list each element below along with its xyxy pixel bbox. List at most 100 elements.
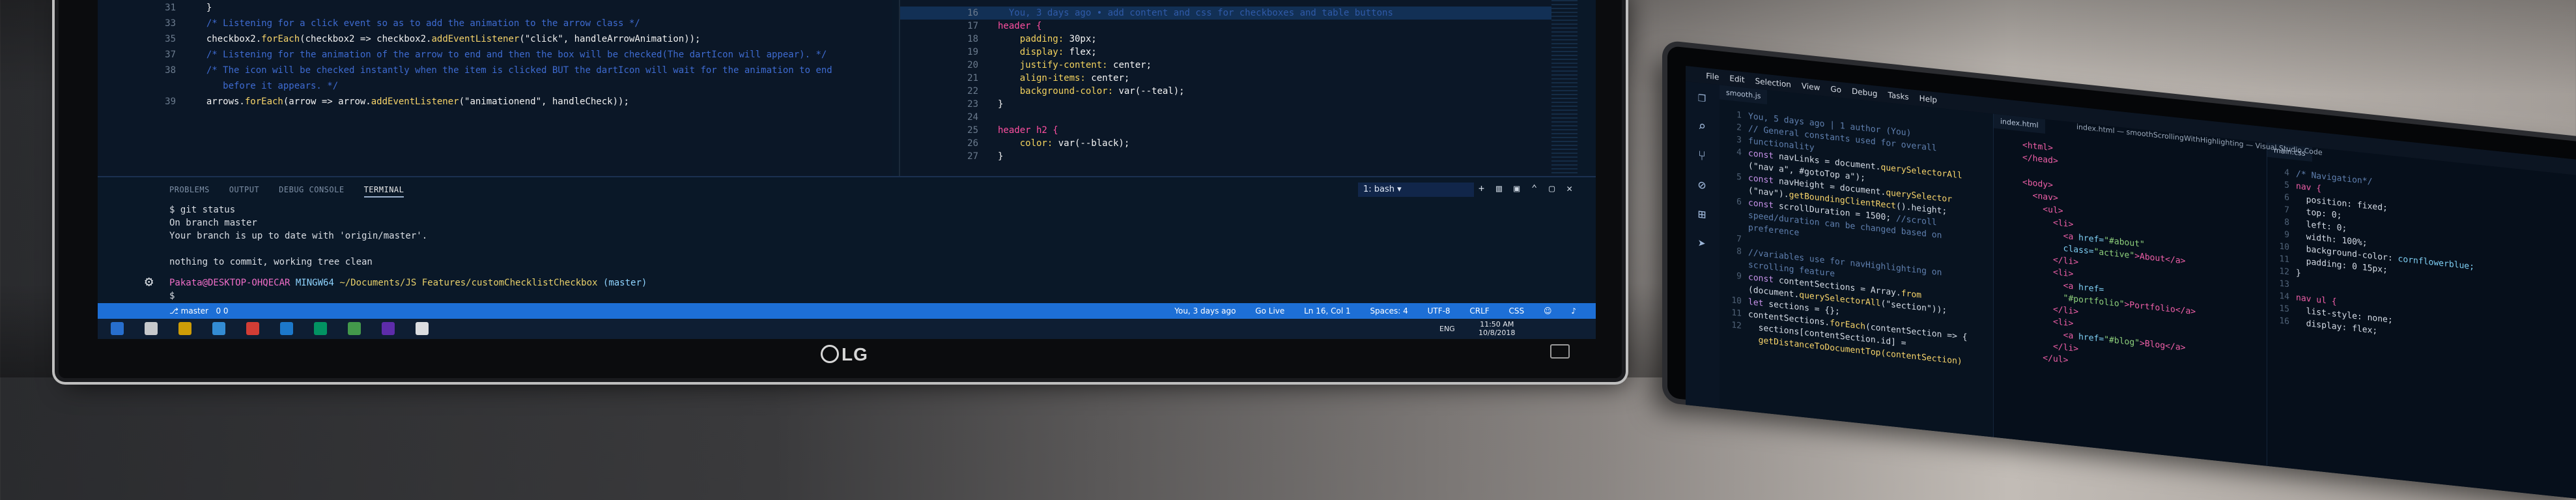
line-number	[1994, 281, 2022, 284]
trash-icon[interactable]: ▣	[1514, 183, 1531, 194]
split-terminal-icon[interactable]: ▥	[1496, 183, 1514, 194]
edge-icon[interactable]	[348, 322, 361, 335]
code-line[interactable]: 37 /* Listening for the animation of the…	[98, 48, 827, 61]
panel-tab-output[interactable]: OUTPUT	[229, 185, 259, 194]
menu-edit[interactable]: Edit	[1729, 74, 1744, 84]
search-icon[interactable]	[145, 322, 158, 335]
files-icon[interactable]: ❐	[1695, 89, 1709, 105]
extensions-icon[interactable]: ⊞	[1695, 206, 1709, 222]
editor-pane-js[interactable]: 31 } 33 /* Listening for a click event so…	[98, 0, 892, 176]
status-eol[interactable]: CRLF	[1469, 306, 1489, 316]
code-line[interactable]: 16 You, 3 days ago • add content and css…	[900, 7, 1393, 20]
monitor-screen: 31 } 33 /* Listening for a click event so…	[98, 0, 1596, 339]
editor-pane-css[interactable]: 16 You, 3 days ago • add content and css…	[899, 0, 1578, 176]
line-number	[1994, 318, 2022, 321]
bell-icon[interactable]: ♪	[1571, 306, 1576, 316]
panel-tab-debug-console[interactable]: DEBUG CONSOLE	[279, 185, 344, 194]
code-line[interactable]: 17 header {	[900, 20, 1041, 33]
code-line[interactable]: 35 checkbox2.forEach(checkbox2 => checkb…	[98, 33, 700, 46]
menu-view[interactable]: View	[1802, 81, 1820, 93]
store-icon[interactable]	[246, 322, 259, 335]
status-branch[interactable]: master	[181, 306, 208, 316]
maximize-icon[interactable]: ▢	[1549, 183, 1566, 194]
code-line[interactable]: 31 }	[98, 1, 212, 14]
line-number: 35	[165, 34, 176, 44]
debug-icon[interactable]: ⊘	[1695, 177, 1709, 193]
source-control-icon[interactable]: ⑂	[1695, 147, 1709, 164]
menu-selection[interactable]: Selection	[1755, 76, 1791, 89]
line-number: 21	[967, 73, 978, 83]
file-explorer-icon[interactable]	[212, 322, 225, 335]
prompt-env: MINGW64	[295, 278, 340, 288]
terminal-output[interactable]: $ git status On branch master Your branch …	[169, 203, 653, 302]
code-token: You, 3 days ago • add content and css fo…	[998, 8, 1393, 18]
status-blame[interactable]: You, 3 days ago	[1174, 306, 1236, 316]
code-line[interactable]: 25 header h2 {	[900, 124, 1058, 137]
line-number	[1720, 289, 1748, 292]
taskbar-clock[interactable]: 11:50 AM 10/8/2018	[1479, 320, 1515, 337]
terminal-selector[interactable]: 1: bash ▾	[1358, 183, 1474, 197]
panel-tab-terminal[interactable]: TERMINAL	[363, 185, 404, 198]
editor-smooth-js[interactable]: smooth.js 1 You, 5 days ago | 1 author (Y…	[1720, 85, 1993, 437]
language-indicator[interactable]: ENG	[1439, 325, 1455, 333]
code-line[interactable]: 20 justify-content: center;	[900, 59, 1152, 72]
usb-port-icon	[1550, 344, 1570, 359]
terminal-icon[interactable]	[416, 322, 429, 335]
code-token: (arrow => arrow.	[283, 96, 371, 107]
mail-icon[interactable]	[280, 322, 293, 335]
editor-main-css[interactable]: main.css 4/* Navigation*/5 nav {6 positio…	[2267, 142, 2576, 499]
code-token: }	[195, 3, 212, 13]
status-language[interactable]: CSS	[1509, 306, 1525, 316]
chrome-icon[interactable]	[314, 322, 327, 335]
panel-tab-problems[interactable]: PROBLEMS	[169, 185, 210, 194]
editor-index-html[interactable]: index.html <html> </head> <body> <nav> <ul…	[1993, 113, 2267, 466]
line-number: 20	[967, 60, 978, 70]
status-spaces[interactable]: Spaces: 4	[1370, 306, 1408, 316]
code-line[interactable]: 39 arrows.forEach(arrow => arrow.addEven…	[98, 95, 629, 108]
prompt-symbol[interactable]: $	[169, 289, 653, 302]
code-line[interactable]: 24	[900, 111, 998, 124]
terminal-prompt: Pakata@DESKTOP-OHQECAR MINGW64 ~/Documen…	[169, 276, 653, 289]
code-line[interactable]: 22 background-color: var(--teal);	[900, 85, 1184, 98]
code-token: center;	[1113, 60, 1152, 70]
vscode-icon[interactable]	[382, 322, 395, 335]
menu-help[interactable]: Help	[1919, 94, 1937, 105]
menu-debug[interactable]: Debug	[1852, 87, 1877, 98]
code-line[interactable]: 19 display: flex;	[900, 46, 1097, 59]
code-token: "#blog"	[2104, 334, 2140, 349]
line-number	[1994, 269, 2022, 272]
status-problems[interactable]: 0 0	[216, 306, 228, 316]
code-line[interactable]: 18 padding: 30px;	[900, 33, 1097, 46]
code-line[interactable]: before it appears. */	[98, 80, 338, 93]
code-line[interactable]: 33 /* Listening for a click event so as …	[98, 17, 640, 30]
gear-icon[interactable]: ⚙	[145, 275, 159, 289]
windows-start-icon[interactable]	[111, 322, 124, 335]
code-line[interactable]: 27}	[900, 150, 1003, 163]
minimap[interactable]	[1551, 0, 1578, 176]
status-position[interactable]: Ln 16, Col 1	[1304, 306, 1351, 316]
line-number: 38	[165, 65, 176, 76]
menu-go[interactable]: Go	[1830, 84, 1841, 95]
smiley-icon[interactable]: ☺	[1544, 306, 1552, 316]
line-number	[1994, 256, 2022, 259]
task-view-icon[interactable]	[178, 322, 191, 335]
code-token: arrows.	[195, 96, 245, 107]
status-go-live[interactable]: Go Live	[1255, 306, 1284, 316]
panel-tabs: PROBLEMS OUTPUT DEBUG CONSOLE TERMINAL	[169, 185, 423, 198]
add-terminal-icon[interactable]: +	[1479, 183, 1496, 194]
code-token: href=	[2078, 332, 2104, 345]
live-share-icon[interactable]: ➤	[1695, 235, 1709, 252]
code-line[interactable]: 26 color: var(--black);	[900, 137, 1129, 150]
close-icon[interactable]: ✕	[1566, 183, 1584, 194]
menu-file[interactable]: File	[1706, 71, 1719, 81]
code-line[interactable]: 21 align-items: center;	[900, 72, 1129, 85]
menu-tasks[interactable]: Tasks	[1888, 91, 1909, 102]
status-encoding[interactable]: UTF-8	[1428, 306, 1451, 316]
chevron-up-icon[interactable]: ⌃	[1531, 183, 1549, 194]
search-icon[interactable]: ⌕	[1695, 118, 1709, 134]
code-token: color:	[998, 138, 1058, 149]
line-number	[1994, 182, 2022, 185]
code-line[interactable]: 23}	[900, 98, 1003, 111]
code-line[interactable]: 38 /* The icon will be checked instantly…	[98, 64, 832, 77]
